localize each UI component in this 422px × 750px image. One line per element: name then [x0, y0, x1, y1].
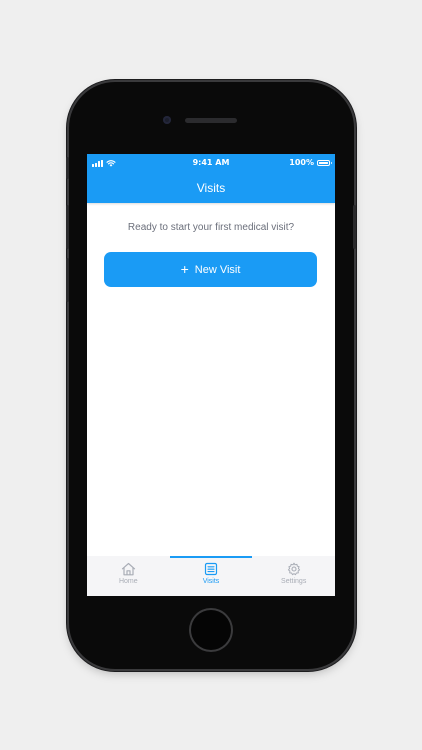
battery-percentage: 100%	[289, 158, 314, 167]
tab-home[interactable]: Home	[87, 556, 170, 596]
mute-switch	[66, 157, 69, 179]
power-button	[353, 205, 356, 249]
home-button[interactable]	[189, 608, 233, 652]
navigation-bar: 9:41 AM 100% Visits	[87, 154, 335, 203]
front-camera	[163, 116, 171, 124]
volume-down-button	[66, 258, 69, 302]
tab-home-label: Home	[118, 578, 138, 585]
earpiece-speaker	[185, 118, 237, 123]
home-icon	[121, 562, 135, 576]
tab-bar: Home Visits Settings	[87, 556, 335, 596]
app-store-screenshot: 9:41 AM 100% Visits Ready to start your …	[0, 0, 422, 750]
empty-state-prompt: Ready to start your first medical visit?	[127, 222, 295, 233]
plus-icon: +	[180, 261, 189, 277]
volume-up-button	[66, 205, 69, 249]
status-bar: 9:41 AM 100%	[87, 154, 335, 172]
tab-settings-label: Settings	[281, 578, 307, 585]
page-title: Visits	[196, 181, 226, 195]
battery-icon	[317, 159, 332, 166]
new-visit-label: New Visit	[194, 263, 241, 276]
status-right: 100%	[289, 158, 332, 167]
app-screen: 9:41 AM 100% Visits Ready to start your …	[87, 154, 335, 596]
list-icon	[204, 562, 218, 576]
tab-visits-label: Visits	[202, 578, 220, 585]
gear-icon	[287, 562, 300, 576]
tab-settings[interactable]: Settings	[252, 556, 335, 596]
active-tab-indicator	[169, 556, 253, 558]
tab-visits[interactable]: Visits	[169, 556, 253, 596]
new-visit-button[interactable]: + New Visit	[104, 252, 317, 287]
